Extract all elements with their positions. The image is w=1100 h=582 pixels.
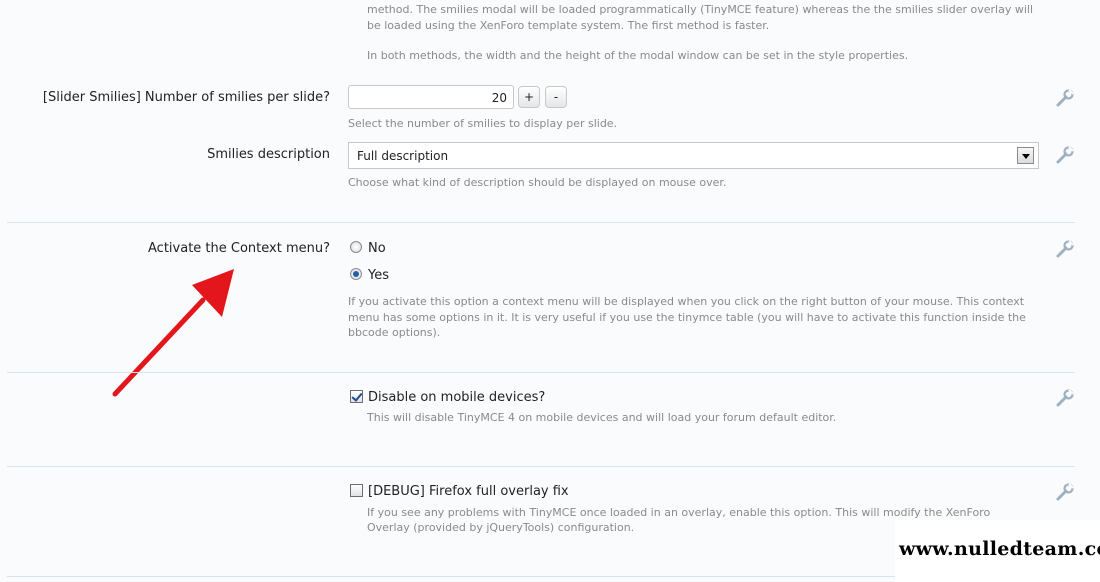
disable-mobile-hint: This will disable TinyMCE 4 on mobile de… [367, 411, 837, 424]
radio-no-label[interactable]: No [368, 241, 386, 256]
radio-yes-label[interactable]: Yes [368, 268, 389, 283]
wrench-icon[interactable] [1055, 482, 1075, 502]
disable-mobile-label[interactable]: Disable on mobile devices? [368, 390, 545, 405]
red-arrow [112, 269, 234, 397]
firefox-fix-hint-1: If you see any problems with TinyMCE onc… [367, 506, 991, 519]
firefox-fix-label[interactable]: [DEBUG] Firefox full overlay fix [368, 484, 569, 499]
watermark-text: www.nulledteam.com [899, 538, 1100, 560]
increment-button[interactable]: + [518, 86, 540, 108]
context-menu-label: Activate the Context menu? [148, 241, 330, 256]
separator [7, 372, 1075, 373]
wrench-icon[interactable] [1055, 145, 1075, 165]
intro-line-3: In both methods, the width and the heigh… [367, 49, 909, 62]
wrench-icon[interactable] [1055, 88, 1075, 108]
slider-smilies-label: [Slider Smilies] Number of smilies per s… [42, 90, 330, 105]
separator [7, 466, 1075, 467]
watermark: www.nulledteam.com [895, 520, 1100, 582]
decrement-button[interactable]: - [545, 86, 567, 108]
context-menu-hint-3: bbcode options). [348, 326, 441, 339]
context-menu-hint-1: If you activate this option a context me… [348, 295, 1025, 308]
firefox-fix-hint-2: Overlay (provided by jQueryTools) config… [367, 521, 635, 534]
smilies-per-slide-input[interactable]: 20 [348, 85, 514, 109]
intro-line-1: method. The smilies modal will be loaded… [367, 3, 1034, 16]
disable-mobile-checkbox[interactable] [350, 390, 363, 403]
slider-smilies-hint: Select the number of smilies to display … [348, 117, 618, 130]
radio-yes[interactable] [350, 268, 362, 280]
intro-line-2: be loaded using the XenForo template sys… [367, 19, 770, 32]
smilies-description-select[interactable]: Full description [348, 142, 1039, 169]
select-value: Full description [357, 149, 449, 163]
smilies-description-hint: Choose what kind of description should b… [348, 176, 727, 189]
context-menu-hint-2: menu has some options in it. It is very … [348, 311, 1026, 324]
radio-no[interactable] [350, 241, 362, 253]
separator [7, 222, 1075, 223]
smilies-description-label: Smilies description [207, 147, 330, 162]
wrench-icon[interactable] [1055, 239, 1075, 259]
firefox-fix-checkbox[interactable] [350, 484, 363, 497]
wrench-icon[interactable] [1055, 388, 1075, 408]
chevron-down-icon[interactable] [1017, 147, 1034, 164]
